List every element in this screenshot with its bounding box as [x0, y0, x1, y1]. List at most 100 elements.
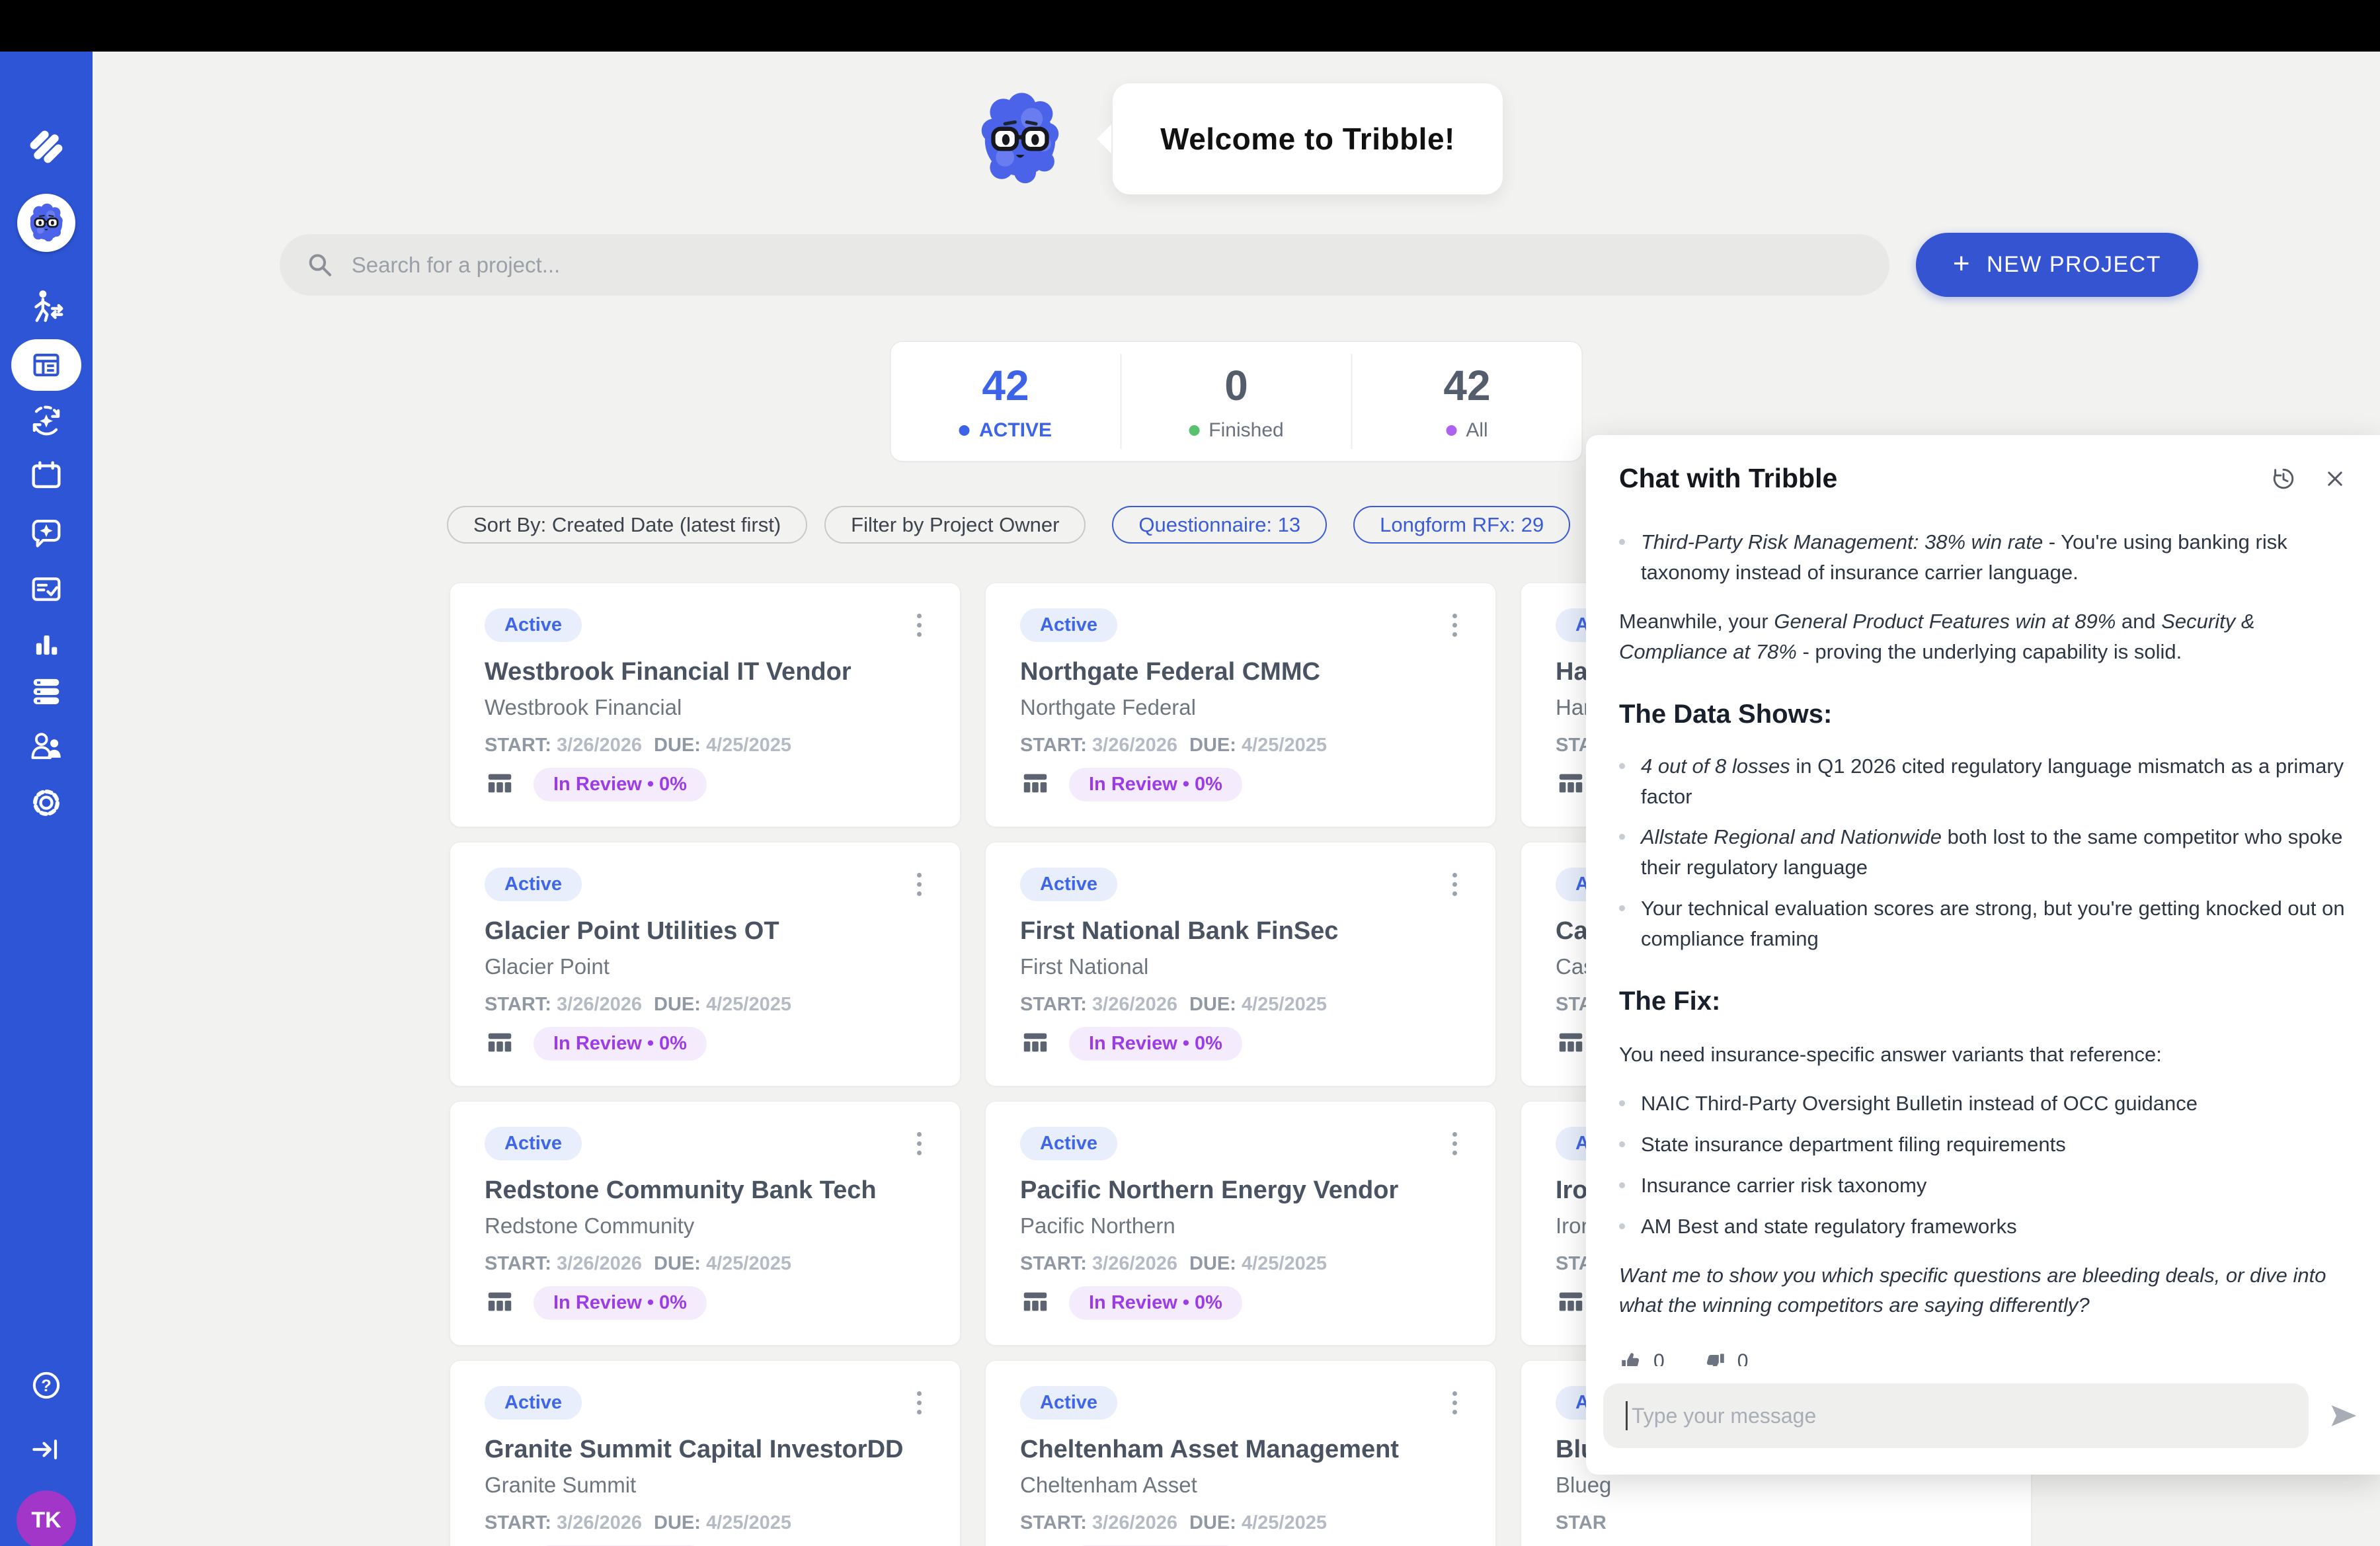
- stat-label: Finished: [1189, 419, 1283, 442]
- content-library-icon[interactable]: [27, 672, 65, 710]
- project-search[interactable]: [280, 234, 1889, 296]
- thumbs-up-button[interactable]: 0: [1619, 1347, 1665, 1366]
- chat-messages: Third-Party Risk Management: 38% win rat…: [1586, 503, 2380, 1366]
- chat-text-segment: Insurance carrier risk taxonomy: [1641, 1174, 1926, 1197]
- start-label: START:: [485, 1253, 557, 1274]
- collapse-sidebar-icon[interactable]: [28, 1431, 65, 1468]
- chat-bullet-item: Your technical evaluation scores are str…: [1619, 893, 2346, 954]
- due-date: 4/25/2025: [706, 735, 791, 756]
- stat-value: 42: [982, 361, 1029, 410]
- onboarding-walkthrough-icon[interactable]: [26, 286, 67, 327]
- stat-label-text: All: [1466, 419, 1488, 442]
- filter-chip[interactable]: Questionnaire: 13: [1112, 506, 1327, 544]
- send-message-icon[interactable]: [2326, 1399, 2360, 1433]
- sync-generate-icon[interactable]: [26, 401, 66, 440]
- chat-text-segment: - proving the underlying capability is s…: [1797, 640, 2182, 663]
- analytics-bar-chart-icon[interactable]: [28, 626, 65, 663]
- kebab-menu-icon[interactable]: [913, 1386, 926, 1420]
- stat-label-text: ACTIVE: [979, 419, 1052, 442]
- review-checklist-icon[interactable]: [27, 570, 65, 608]
- chat-message-input[interactable]: Type your message: [1603, 1383, 2309, 1448]
- help-icon[interactable]: ?: [27, 1366, 65, 1404]
- sidebar: ? TK: [0, 52, 93, 1546]
- kebab-menu-icon[interactable]: [913, 1127, 926, 1160]
- card-footer: In Review • 0%: [1020, 768, 1242, 801]
- chat-bullet-text: AM Best and state regulatory frameworks: [1641, 1211, 2017, 1242]
- stat-value: 42: [1443, 361, 1490, 410]
- calendar-icon[interactable]: [27, 456, 65, 495]
- table-icon: [1020, 768, 1051, 801]
- chat-bullet-text: Insurance carrier risk taxonomy: [1641, 1170, 1926, 1201]
- chat-history-icon[interactable]: [2269, 464, 2298, 493]
- project-stats-card: 42 ACTIVE 0Finished 42 All: [891, 341, 1583, 462]
- card-footer: In Review • 0%: [485, 1027, 707, 1061]
- kebab-menu-icon[interactable]: [1448, 1386, 1461, 1420]
- chat-ai-icon[interactable]: [27, 513, 65, 551]
- chat-paragraph: Want me to show you which specific quest…: [1619, 1260, 2346, 1321]
- project-client: Redstone Community: [485, 1213, 926, 1239]
- stat-dot-icon: [1446, 425, 1456, 436]
- due-date: 4/25/2025: [706, 1253, 791, 1274]
- filter-chip[interactable]: Filter by Project Owner: [824, 506, 1086, 544]
- stat-item[interactable]: 0Finished: [1121, 354, 1351, 449]
- progress-pill: In Review • 0%: [1069, 1027, 1242, 1061]
- due-date: 4/25/2025: [1242, 1253, 1327, 1274]
- chat-text-segment: AM Best and state regulatory frameworks: [1641, 1215, 2017, 1238]
- due-label: DUE:: [654, 735, 706, 756]
- project-dates: START: 3/26/2026DUE: 4/25/2025: [1020, 735, 1461, 756]
- project-card[interactable]: ActiveFirst National Bank FinSecFirst Na…: [985, 842, 1496, 1086]
- chat-bullet-text: Allstate Regional and Nationwide both lo…: [1641, 822, 2346, 883]
- filter-chip[interactable]: Sort By: Created Date (latest first): [447, 506, 807, 544]
- project-dates: START: 3/26/2026DUE: 4/25/2025: [485, 994, 926, 1016]
- table-icon: [485, 1027, 515, 1061]
- start-date: 3/26/2026: [557, 994, 642, 1015]
- project-card[interactable]: ActivePacific Northern Energy VendorPaci…: [985, 1101, 1496, 1346]
- stat-item[interactable]: 42 All: [1351, 354, 1582, 449]
- kebab-menu-icon[interactable]: [1448, 1127, 1461, 1160]
- project-client: Blueg: [1556, 1473, 1997, 1498]
- project-title: Northgate Federal CMMC: [1020, 658, 1461, 686]
- chat-bullet-item: AM Best and state regulatory frameworks: [1619, 1211, 2346, 1242]
- sidebar-item-projects-active[interactable]: [11, 339, 81, 391]
- new-project-button[interactable]: + NEW PROJECT: [1916, 233, 2198, 297]
- project-title: Pacific Northern Energy Vendor: [1020, 1176, 1461, 1205]
- bullet-dot-icon: [1619, 1182, 1625, 1188]
- kebab-menu-icon[interactable]: [913, 868, 926, 901]
- start-label: START:: [485, 994, 557, 1015]
- kebab-menu-icon[interactable]: [913, 608, 926, 642]
- filter-chip[interactable]: Longform RFx: 29: [1353, 506, 1570, 544]
- start-label: START:: [1020, 735, 1092, 756]
- chat-close-icon[interactable]: [2322, 466, 2348, 492]
- chat-bullet-list: NAIC Third-Party Oversight Bulletin inst…: [1619, 1088, 2346, 1242]
- status-badge: Active: [1020, 608, 1117, 642]
- card-top-row: Active: [485, 1127, 926, 1160]
- tribble-logo-icon[interactable]: [25, 126, 67, 168]
- kebab-menu-icon[interactable]: [1448, 868, 1461, 901]
- settings-gear-icon[interactable]: [27, 784, 65, 822]
- chat-text-segment: Want me to show you which specific quest…: [1619, 1264, 2326, 1317]
- project-card[interactable]: ActiveWestbrook Financial IT VendorWestb…: [450, 583, 961, 827]
- chat-bullet-item: Third-Party Risk Management: 38% win rat…: [1619, 527, 2346, 588]
- project-dates: START: 3/26/2026DUE: 4/25/2025: [485, 1253, 926, 1275]
- project-card[interactable]: ActiveCheltenham Asset ManagementChelten…: [985, 1360, 1496, 1546]
- kebab-menu-icon[interactable]: [1448, 608, 1461, 642]
- welcome-text: Welcome to Tribble!: [1160, 121, 1455, 157]
- chat-bullet-item: 4 out of 8 losses in Q1 2026 cited regul…: [1619, 751, 2346, 812]
- chat-section-heading: The Fix:: [1619, 982, 2346, 1021]
- bullet-dot-icon: [1619, 834, 1625, 840]
- mascot-avatar-icon[interactable]: [17, 194, 75, 252]
- project-card[interactable]: ActiveGranite Summit Capital InvestorDDG…: [450, 1360, 961, 1546]
- project-card[interactable]: ActiveNorthgate Federal CMMCNorthgate Fe…: [985, 583, 1496, 827]
- stat-item[interactable]: 42 ACTIVE: [891, 354, 1121, 449]
- chat-bullet-list: Third-Party Risk Management: 38% win rat…: [1619, 527, 2346, 588]
- table-icon: [485, 768, 515, 801]
- bullet-dot-icon: [1619, 539, 1625, 545]
- search-input[interactable]: [352, 253, 1863, 278]
- thumbs-down-button[interactable]: 0: [1703, 1347, 1749, 1366]
- user-avatar[interactable]: TK: [17, 1490, 76, 1546]
- project-card[interactable]: ActiveGlacier Point Utilities OTGlacier …: [450, 842, 961, 1086]
- project-card[interactable]: ActiveRedstone Community Bank TechRedsto…: [450, 1101, 961, 1346]
- progress-pill: In Review • 0%: [1069, 768, 1242, 801]
- project-title: First National Bank FinSec: [1020, 917, 1461, 946]
- team-members-icon[interactable]: [27, 727, 65, 766]
